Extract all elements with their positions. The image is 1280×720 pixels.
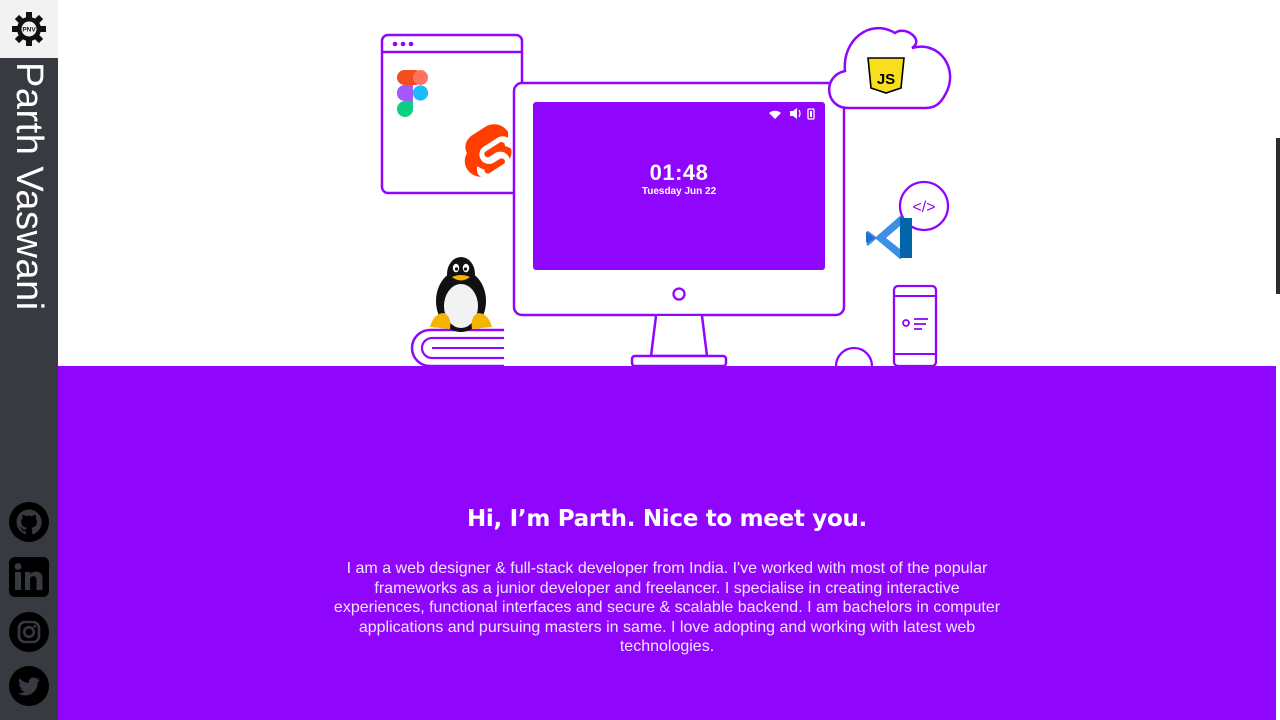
monitor: [512, 81, 846, 366]
logo-text: PNV: [22, 27, 36, 34]
tux-penguin-icon: [430, 257, 492, 332]
instagram-icon[interactable]: [9, 612, 49, 652]
sidebar: PNV Parth Vaswani: [0, 0, 58, 720]
intro-section: Hi, I’m Parth. Nice to meet you. I am a …: [58, 366, 1276, 720]
phone: [892, 284, 938, 366]
intro-heading: Hi, I’m Parth. Nice to meet you.: [466, 506, 867, 532]
js-cloud: JS: [827, 26, 952, 110]
vscode-icon: [866, 216, 912, 259]
books: [410, 328, 504, 366]
screen-clock-time: 01:48: [649, 160, 709, 185]
logo-box[interactable]: PNV: [0, 0, 58, 58]
scrollbar-thumb[interactable]: [1276, 138, 1280, 294]
mug-shape: [834, 346, 874, 366]
twitter-icon[interactable]: [9, 666, 49, 706]
screen-clock-date: Tuesday Jun 22: [641, 186, 717, 197]
js-badge-text: JS: [877, 71, 895, 88]
code-badge-text: </>: [912, 199, 935, 216]
linkedin-icon[interactable]: [9, 557, 49, 597]
gear-logo-icon[interactable]: PNV: [0, 0, 58, 58]
github-icon[interactable]: [9, 502, 49, 542]
intro-body: I am a web designer & full-stack develop…: [333, 560, 1001, 655]
site-name: Parth Vaswani: [8, 62, 50, 311]
hero-illustration: JS </> 01:48 Tuesday Jun 22: [58, 0, 1276, 366]
vertical-name-wrap: Parth Vaswani: [5, 62, 53, 312]
